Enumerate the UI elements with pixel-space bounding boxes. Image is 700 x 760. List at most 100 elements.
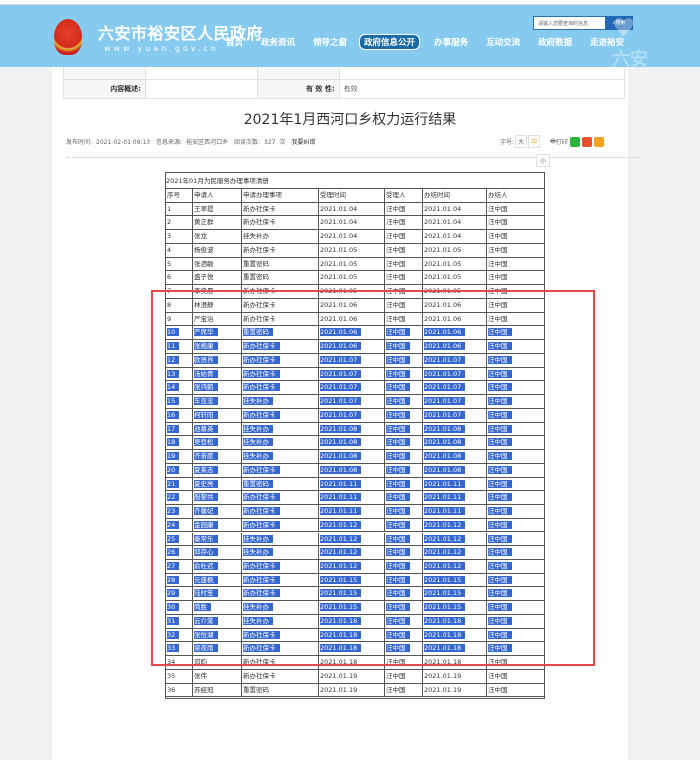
nav-item[interactable]: 政府数据 xyxy=(538,36,572,50)
cell-text: 张伟 xyxy=(194,671,207,680)
cell-text: 杨俊波 xyxy=(194,245,214,254)
decorative-logo: ♥ 六安 xyxy=(612,14,648,70)
cell-text: 办结人 xyxy=(488,191,508,199)
table-cell: 汪中国 xyxy=(384,216,406,230)
cell-text: 汪中国 xyxy=(386,671,406,680)
table-cell: 汪中国 xyxy=(486,216,508,230)
cell-text: 2021.01.19 xyxy=(320,671,358,680)
content-summary-label: 内容概述: xyxy=(63,79,146,99)
nav-item[interactable]: 政务资讯 xyxy=(261,36,295,50)
cell-text: 2021.01.05 xyxy=(424,245,462,254)
site-header: 六安市裕安区人民政府 www.yuan.gov.cn 首页 政务资讯 领导之窗 政府信… xyxy=(0,5,700,70)
publish-label: 发布时间: xyxy=(66,139,93,146)
cell-text: 汪中国 xyxy=(488,259,508,268)
views-unit: 次 xyxy=(279,139,286,146)
table-cell: 新办社保卡 xyxy=(241,243,276,257)
table-cell: 黄正群 xyxy=(192,216,214,230)
source-label: 信息来源: xyxy=(156,139,183,146)
nav-item[interactable]: 互动交流 xyxy=(486,36,520,50)
cell-text: 受理时间 xyxy=(320,191,346,199)
table-caption: 2021年01月为民服务办理事项清册 xyxy=(166,173,544,189)
cell-text: 汪中国 xyxy=(488,273,508,282)
print-button[interactable]: 打印 xyxy=(556,137,568,146)
table-cell: 重置密码 xyxy=(241,257,269,271)
nav-item[interactable]: 政府信息公开 xyxy=(359,34,421,50)
deco-text: 六安 xyxy=(612,49,648,70)
table-cell: 汪中国 xyxy=(384,257,406,271)
main-nav: 首页 政务资讯 领导之窗 政府信息公开 办事服务 互动交流 政府数据 走进裕安 xyxy=(226,34,642,50)
cell-text: 3 xyxy=(167,232,172,241)
table-cell: 新办社保卡 xyxy=(241,202,276,216)
cell-text: 2021.01.05 xyxy=(320,273,358,282)
table-cell: 苏经冠 xyxy=(192,683,214,697)
table-cell: 2021.01.05 xyxy=(318,271,358,285)
content-summary-value xyxy=(145,79,258,99)
wechat-share-icon[interactable] xyxy=(569,136,580,147)
table-cell: 受理人 xyxy=(384,189,406,202)
table-row: 2 黄正群 新办社保卡 2021.01.04 汪中国 2021.01.04 汪中国 xyxy=(166,216,544,231)
national-emblem-icon xyxy=(54,19,82,55)
cell-text: 汪中国 xyxy=(488,232,508,241)
table-cell: 2 xyxy=(166,216,171,229)
table-cell: 汪中国 xyxy=(486,271,508,285)
table-cell: 新办社保卡 xyxy=(241,216,276,230)
cell-text: 2 xyxy=(167,218,172,227)
table-row: 5 张洒敏 重置密码 2021.01.05 汪中国 2021.01.05 汪中国 xyxy=(166,257,544,272)
cell-text: 序号 xyxy=(167,191,180,199)
validity-value: 有效 xyxy=(338,79,626,99)
table-cell: 汪中国 xyxy=(486,243,508,257)
font-large-button[interactable]: 大 xyxy=(515,135,528,148)
table-cell: 挂失补办 xyxy=(241,230,269,243)
table-row: 36 苏经冠 重置密码 2021.01.19 汪中国 2021.01.19 汪中国 xyxy=(166,683,544,698)
site-url: www.yuan.gov.cn xyxy=(104,44,219,53)
table-cell: 杨俊波 xyxy=(192,243,214,257)
table-cell: 汪中国 xyxy=(384,683,406,697)
table-cell: 重置密码 xyxy=(241,683,269,697)
cell-text: 汪中国 xyxy=(488,245,508,254)
table-row: 1 王翠提 新办社保卡 2021.01.04 汪中国 2021.01.04 汪中国 xyxy=(166,202,544,217)
table-cell: 张龙 xyxy=(192,230,207,243)
publish-time: 2021-02-01 09:13 xyxy=(96,139,151,146)
table-cell: 5 xyxy=(166,258,171,271)
cell-text: 汪中国 xyxy=(488,685,508,694)
table-row: 6 盛子悦 重置密码 2021.01.05 汪中国 2021.01.05 汪中国 xyxy=(166,271,544,286)
table-row: 4 杨俊波 新办社保卡 2021.01.05 汪中国 2021.01.05 汪中国 xyxy=(166,243,544,258)
nav-item[interactable]: 领导之窗 xyxy=(313,36,347,50)
cell-text: 2021.01.04 xyxy=(424,232,462,241)
table-cell: 1 xyxy=(166,203,171,216)
table-cell: 2021.01.04 xyxy=(318,202,358,216)
weibo-share-icon[interactable] xyxy=(581,136,592,147)
nav-item[interactable]: 首页 xyxy=(226,36,243,50)
cell-text: 2021.01.04 xyxy=(320,218,358,227)
cell-text: 办结时间 xyxy=(424,191,450,199)
table-cell: 3 xyxy=(166,230,171,243)
font-small-button[interactable]: 小 xyxy=(536,154,551,167)
cell-text: 35 xyxy=(167,671,176,680)
cell-text: 6 xyxy=(167,273,172,282)
cell-text: 36 xyxy=(167,685,176,694)
table-cell: 2021.01.05 xyxy=(422,271,462,285)
cell-text: 2021.01.04 xyxy=(320,204,358,213)
cell-text: 汪中国 xyxy=(386,204,406,213)
cell-text: 挂失补办 xyxy=(243,232,269,241)
table-cell: 汪中国 xyxy=(486,683,508,697)
cell-text: 2021.01.05 xyxy=(424,273,462,282)
annotation-highlight-box xyxy=(151,290,595,666)
cell-text: 2021.01.19 xyxy=(424,685,462,694)
divider xyxy=(66,157,639,158)
table-header-row: 序号 申请人 申请办理事项 受理时间 受理人 办结时间 办结人 xyxy=(166,189,544,203)
cell-text: 2021.01.05 xyxy=(320,245,358,254)
table-cell: 35 xyxy=(166,670,175,683)
correction-link[interactable]: 我要纠错 xyxy=(291,139,315,146)
nav-item[interactable]: 办事服务 xyxy=(434,36,468,50)
table-cell: 2021.01.05 xyxy=(318,243,358,257)
table-cell: 2021.01.05 xyxy=(422,257,461,271)
cell-text: 1 xyxy=(167,204,172,213)
favorite-star-icon[interactable] xyxy=(593,136,604,147)
font-medium-button[interactable]: 中 xyxy=(528,135,541,148)
table-cell: 汪中国 xyxy=(486,669,508,683)
table-cell: 汪中国 xyxy=(486,202,508,216)
cell-text: 汪中国 xyxy=(488,671,508,680)
views-count: 327 xyxy=(264,139,276,146)
table-cell: 受理时间 xyxy=(318,189,346,202)
